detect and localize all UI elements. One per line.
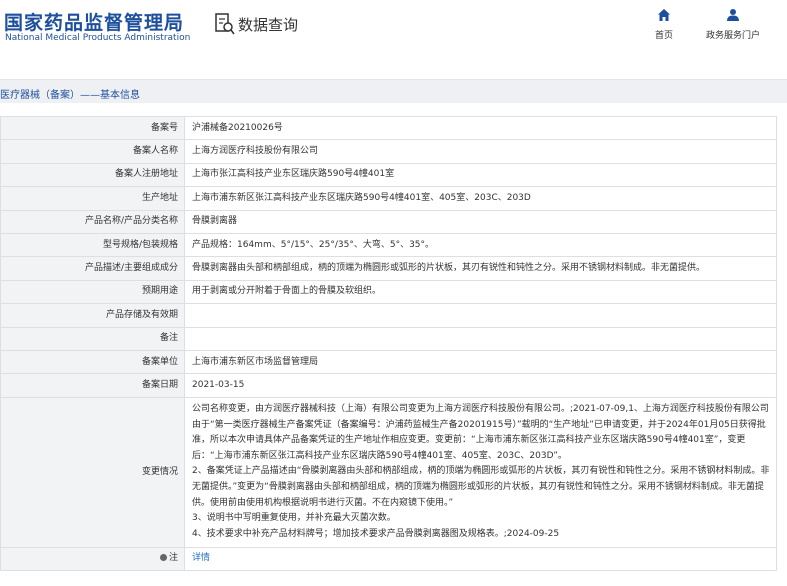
field-value [184, 303, 777, 328]
nav-gov-service-link[interactable]: 政务服务门户 [698, 8, 768, 48]
site-logo-en[interactable]: National Medical Products Administration [5, 33, 190, 43]
field-value: 2021-03-15 [184, 373, 777, 398]
field-label: 注 [168, 553, 178, 564]
field-value: 上海方润医疗科技股份有限公司 [184, 139, 777, 164]
table-row: 型号规格/包装规格 产品规格：164mm、5°/15°、25°/35°、大弯、5°… [0, 232, 777, 258]
page-title: 数据查询 [238, 16, 299, 34]
site-logo-cn[interactable]: 国家药品监督管理局 [4, 8, 184, 35]
field-label: 备案日期 [0, 373, 185, 398]
nav-home-label: 首页 [654, 31, 673, 41]
record-detail-table: 备案号 沪浦械备20210026号 备案人名称 上海方润医疗科技股份有限公司 备案人… [0, 115, 777, 572]
table-row: 产品存储及有效期 [0, 303, 777, 328]
table-row: 生产地址 上海市浦东新区张江高科技产业东区瑞庆路590号4幢401室、405室、2… [0, 186, 777, 211]
field-value: 沪浦械备20210026号 [184, 115, 777, 141]
field-label: 备案人名称 [0, 139, 185, 164]
table-row: 产品名称/产品分类名称 骨膜剥离器 [0, 209, 777, 234]
change-history-value: 公司名称变更，由方润医疗器械科技（上海）有限公司变更为上海方润医疗科技股份有限公… [184, 396, 777, 548]
field-value [184, 326, 777, 351]
field-value: 骨膜剥离器 [184, 209, 777, 234]
table-row: 备案日期 2021-03-15 [0, 373, 777, 398]
field-label: 产品描述/主要组成成分 [0, 256, 185, 281]
section-header: 医疗器械（备案）——基本信息 [0, 79, 787, 103]
field-label: 产品存储及有效期 [0, 303, 185, 328]
field-value: 详情 [184, 546, 777, 572]
table-row: 备案号 沪浦械备20210026号 [0, 115, 777, 141]
nav-home-link[interactable]: 首页 [646, 8, 682, 48]
section-title: 医疗器械（备案）——基本信息 [0, 90, 140, 101]
field-value: 骨膜剥离器由头部和柄部组成，柄的顶端为椭圆形或弧形的片状板，其刃有锐性和钝性之分… [184, 256, 777, 281]
field-value: 产品规格：164mm、5°/15°、25°/35°、大弯、5°、35°。 [184, 232, 777, 258]
table-row: 备案单位 上海市浦东新区市场监督管理局 [0, 349, 777, 375]
field-label: 变更情况 [0, 396, 185, 548]
table-row: 备注 [0, 326, 777, 351]
change-history-line: 2、备案凭证上产品描述由“骨膜剥离器由头部和柄部组成，柄的顶端为椭圆形或弧形的片… [192, 466, 770, 508]
field-label: 备案号 [0, 115, 185, 141]
change-history-line: 公司名称变更，由方润医疗器械科技（上海）有限公司变更为上海方润医疗科技股份有限公… [192, 404, 769, 461]
field-label: 备注 [0, 326, 185, 351]
site-header: 国家药品监督管理局 National Medical Products Admi… [0, 0, 787, 60]
field-label: 产品名称/产品分类名称 [0, 209, 185, 234]
field-label: 备案人注册地址 [0, 162, 185, 188]
user-icon [727, 9, 739, 21]
field-label: 备案单位 [0, 349, 185, 375]
note-bullet-icon [159, 554, 167, 562]
field-label: 生产地址 [0, 186, 185, 211]
details-link[interactable]: 详情 [192, 553, 210, 563]
table-row: 注 详情 [0, 546, 777, 572]
field-value: 上海市浦东新区市场监督管理局 [184, 349, 777, 375]
table-row-change-history: 变更情况 公司名称变更，由方润医疗器械科技（上海）有限公司变更为上海方润医疗科技… [0, 396, 777, 548]
field-value: 上海市浦东新区张江高科技产业东区瑞庆路590号4幢401室、405室、203C、… [184, 186, 777, 211]
change-history-line: 4、技术要求中补充产品材料牌号；增加技术要求产品骨膜剥离器图及规格表。;2024… [192, 528, 560, 539]
nav-gov-service-label: 政务服务门户 [705, 31, 760, 41]
table-row: 备案人名称 上海方润医疗科技股份有限公司 [0, 139, 777, 164]
note-label-cell: 注 [0, 546, 185, 572]
field-value: 用于剥离或分开附着于骨面上的骨膜及软组织。 [184, 279, 777, 305]
field-label: 预期用途 [0, 279, 185, 305]
table-row: 备案人注册地址 上海市张江高科技产业东区瑞庆路590号4幢401室 [0, 162, 777, 188]
data-query-icon [215, 13, 235, 35]
field-value: 上海市张江高科技产业东区瑞庆路590号4幢401室 [184, 162, 777, 188]
field-label: 型号规格/包装规格 [0, 232, 185, 258]
table-row: 预期用途 用于剥离或分开附着于骨面上的骨膜及软组织。 [0, 279, 777, 305]
home-icon [658, 9, 670, 21]
change-history-line: 3、说明书中写明重复使用，并补充最大灭菌次数。 [192, 513, 396, 524]
table-row: 产品描述/主要组成成分 骨膜剥离器由头部和柄部组成，柄的顶端为椭圆形或弧形的片状板… [0, 256, 777, 281]
